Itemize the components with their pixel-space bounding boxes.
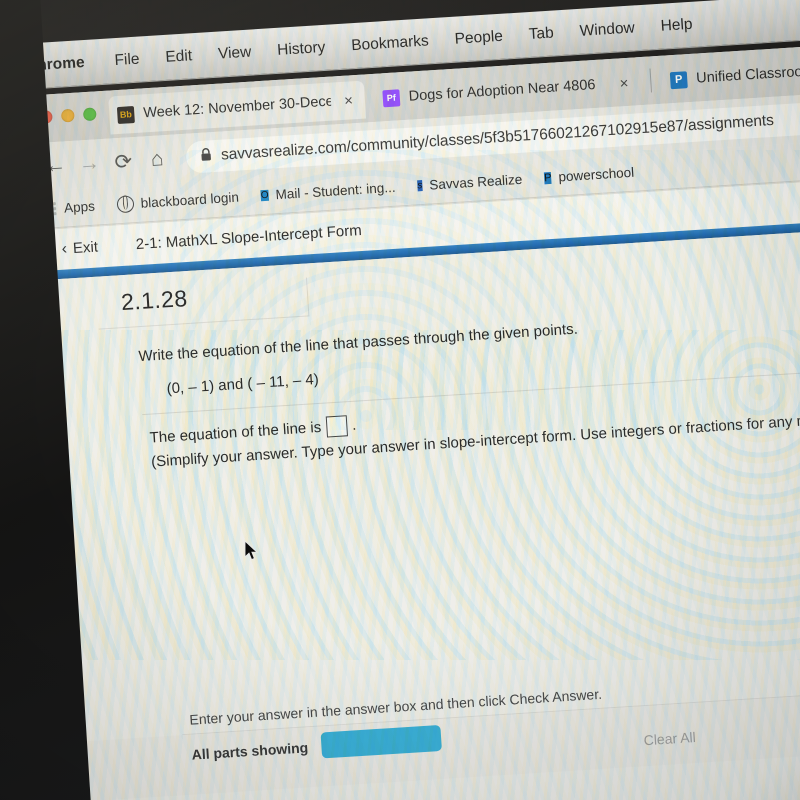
bookmark-mail[interactable]: O Mail - Student: ing... [260,180,396,203]
tab-title: Dogs for Adoption Near 4806 [408,76,596,105]
blackboard-icon: Bb [116,105,135,124]
given-points: (0, – 1) and ( – 11, – 4) [166,370,320,398]
bookmark-label: Apps [63,198,96,216]
menu-item-file[interactable]: File [114,50,140,70]
exit-button[interactable]: ‹ Exit [61,238,98,258]
answer-input-box[interactable] [325,415,348,438]
exercise-panel: 2.1.28 Write the equation of the line th… [33,226,800,800]
minimize-window-button[interactable] [60,108,75,123]
menu-item-help[interactable]: Help [660,15,693,35]
close-tab-icon[interactable]: × [615,74,633,92]
exit-label: Exit [72,238,99,258]
menu-item-window[interactable]: Window [579,19,635,40]
outlook-icon: O [260,189,269,202]
close-tab-icon[interactable]: × [340,91,358,110]
tab-title: Unified Classroom [695,63,800,87]
bookmark-label: Savvas Realize [428,171,523,193]
exercise-number: 2.1.28 [120,285,189,316]
powerschool-icon: P [669,70,688,89]
powerschool-icon: P [543,171,552,184]
forward-icon[interactable]: → [73,148,105,180]
check-answer-button[interactable] [320,724,442,759]
maximize-window-button[interactable] [82,107,97,122]
question-prompt: Write the equation of the line that pass… [138,320,579,366]
browser-tab-unified-classroom[interactable]: P Unified Classroom [661,47,800,99]
savvas-icon: s [417,180,423,192]
reload-icon[interactable]: ⟳ [107,146,139,178]
lock-icon [200,147,213,167]
bookmark-blackboard-login[interactable]: blackboard login [116,189,239,214]
menu-item-tab[interactable]: Tab [528,24,554,44]
globe-icon [116,195,135,214]
chevron-left-icon: ‹ [61,239,68,258]
assignment-title: 2-1: MathXL Slope-Intercept Form [135,221,363,254]
answer-label: The equation of the line is [149,418,322,447]
petfinder-icon: Pf [382,88,401,107]
menu-item-history[interactable]: History [277,38,326,59]
chrome-browser-window: Chrome File Edit View History Bookmarks … [0,0,800,800]
home-icon[interactable]: ⌂ [141,144,173,176]
menu-item-bookmarks[interactable]: Bookmarks [351,32,430,55]
bookmark-powerschool[interactable]: P powerschool [543,164,635,186]
screenshot-root: Chrome File Edit View History Bookmarks … [0,0,800,800]
answer-period: . [351,416,357,434]
bookmark-savvas-realize[interactable]: s Savvas Realize [417,172,523,194]
bookmark-label: powerschool [558,164,635,185]
tab-separator [649,68,653,93]
mouse-cursor [244,539,259,567]
bookmark-label: Mail - Student: ing... [275,179,396,203]
menu-item-view[interactable]: View [217,43,251,63]
menu-item-people[interactable]: People [454,27,503,48]
all-parts-showing-label: All parts showing [191,739,309,763]
menu-item-edit[interactable]: Edit [165,47,193,67]
clear-all-button[interactable]: Clear All [643,729,696,748]
tab-title: Week 12: November 30-Dece [142,93,332,122]
bookmark-label: blackboard login [140,189,240,211]
